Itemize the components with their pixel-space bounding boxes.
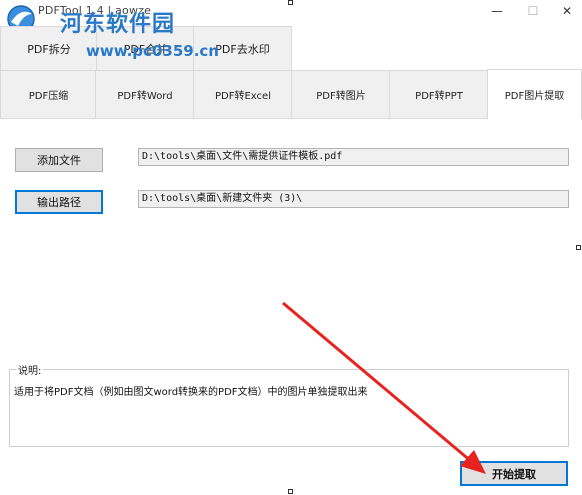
selection-handle-top [288, 0, 293, 5]
minimize-button[interactable]: — [480, 0, 514, 22]
tab-pdf-image-extract[interactable]: PDF图片提取 [487, 69, 582, 120]
close-button[interactable]: ✕ [550, 0, 582, 22]
description-legend: 说明: [16, 362, 44, 377]
start-extract-button[interactable]: 开始提取 [460, 461, 568, 486]
tab-pdf-to-excel[interactable]: PDF转Excel [193, 70, 293, 118]
maximize-button[interactable]: ☐ [516, 0, 550, 22]
tab-pdf-to-image[interactable]: PDF转图片 [291, 70, 391, 118]
output-path-button[interactable]: 输出路径 [15, 190, 103, 214]
selection-handle-bottom [288, 489, 293, 494]
description-text: 适用于将PDF文档（例如由图文word转换来的PDF文档）中的图片单独提取出来 [14, 387, 368, 398]
tab-pdf-to-ppt[interactable]: PDF转PPT [389, 70, 489, 118]
output-path-field[interactable]: D:\tools\桌面\新建文件夹 (3)\ [138, 190, 569, 208]
tab-row-bottom: PDF压缩 PDF转Word PDF转Excel PDF转图片 PDF转PPT … [0, 69, 582, 120]
input-file-path-field[interactable]: D:\tools\桌面\文件\需提供证件模板.pdf [138, 148, 569, 166]
add-file-button[interactable]: 添加文件 [15, 148, 103, 172]
selection-handle-right [576, 245, 581, 250]
description-groupbox [9, 369, 569, 447]
watermark-url: www.pc0359.cn [86, 42, 219, 60]
tab-pdf-to-word[interactable]: PDF转Word [95, 70, 195, 118]
tab-pdf-compress[interactable]: PDF压缩 [0, 70, 97, 118]
watermark-site-name: 河东软件园 [60, 12, 176, 37]
